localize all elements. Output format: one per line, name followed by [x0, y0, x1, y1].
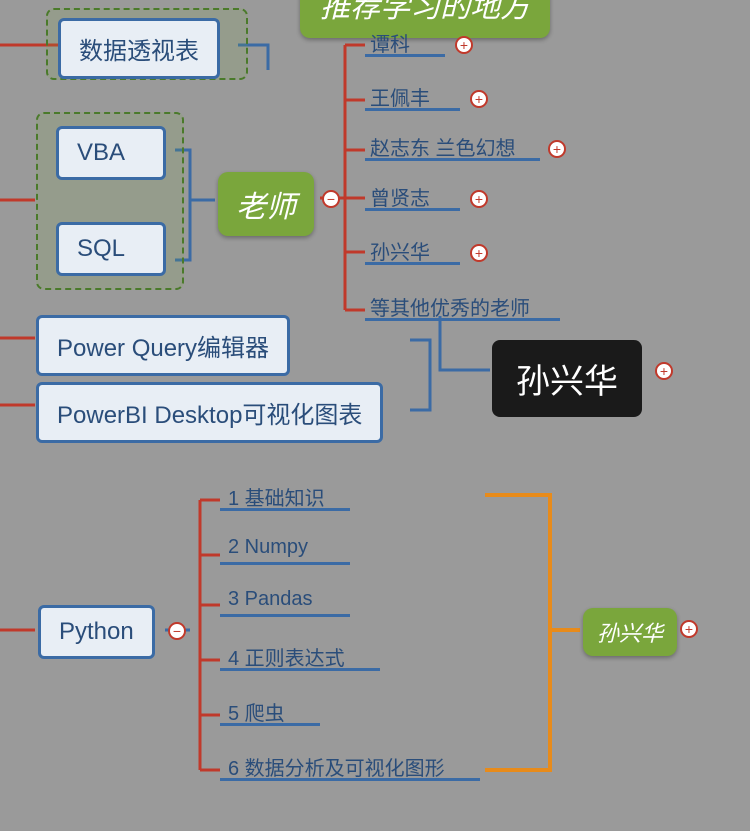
- underline: [365, 318, 560, 321]
- node-label: 6 数据分析及可视化图形: [228, 758, 445, 780]
- node-label: PowerBI Desktop可视化图表: [57, 402, 362, 429]
- teacher-item-3[interactable]: 赵志东 兰色幻想: [370, 132, 516, 161]
- underline: [220, 614, 350, 617]
- node-label: VBA: [77, 139, 125, 166]
- plus-icon: +: [685, 622, 693, 636]
- minus-icon: −: [173, 624, 181, 638]
- plus-icon: +: [660, 364, 668, 378]
- node-label: 2 Numpy: [228, 536, 308, 558]
- node-sunxinghua-highlight[interactable]: 孙兴华: [492, 340, 642, 417]
- node-label: 孙兴华: [516, 363, 618, 401]
- node-label: SQL: [77, 235, 125, 262]
- underline: [365, 54, 445, 57]
- underline: [365, 208, 460, 211]
- plus-icon: +: [475, 192, 483, 206]
- node-powerbi[interactable]: PowerBI Desktop可视化图表: [36, 382, 383, 443]
- node-label: 5 爬虫: [228, 703, 285, 725]
- underline: [220, 778, 480, 781]
- node-label: 推荐学习的地方: [320, 0, 530, 24]
- node-label: Python: [59, 618, 134, 645]
- expand-toggle[interactable]: +: [470, 190, 488, 208]
- node-label: 老师: [236, 191, 296, 224]
- python-item-5[interactable]: 5 爬虫: [228, 697, 285, 726]
- python-item-4[interactable]: 4 正则表达式: [228, 642, 345, 671]
- underline: [220, 562, 350, 565]
- collapse-toggle-teacher[interactable]: −: [322, 190, 340, 208]
- collapse-toggle-python[interactable]: −: [168, 622, 186, 640]
- underline: [220, 668, 380, 671]
- teacher-item-5[interactable]: 孙兴华: [370, 236, 430, 265]
- teacher-item-6[interactable]: 等其他优秀的老师: [370, 292, 530, 321]
- node-label: 曾贤志: [370, 188, 430, 210]
- teacher-item-4[interactable]: 曾贤志: [370, 182, 430, 211]
- node-label: 1 基础知识: [228, 488, 325, 510]
- python-item-1[interactable]: 1 基础知识: [228, 482, 325, 511]
- node-label: 4 正则表达式: [228, 648, 345, 670]
- node-label: 王佩丰: [370, 88, 430, 110]
- plus-icon: +: [460, 38, 468, 52]
- expand-toggle[interactable]: +: [655, 362, 673, 380]
- expand-toggle[interactable]: +: [470, 90, 488, 108]
- node-pivot-table[interactable]: 数据透视表: [58, 18, 220, 79]
- node-python[interactable]: Python: [38, 605, 155, 659]
- node-label: 孙兴华: [370, 242, 430, 264]
- expand-toggle[interactable]: +: [680, 620, 698, 638]
- node-sql[interactable]: SQL: [56, 222, 166, 276]
- minus-icon: −: [327, 192, 335, 206]
- teacher-item-1[interactable]: 谭科: [370, 28, 410, 57]
- plus-icon: +: [475, 246, 483, 260]
- underline: [220, 723, 320, 726]
- node-teacher[interactable]: 老师: [218, 172, 314, 236]
- underline: [365, 262, 460, 265]
- python-item-3[interactable]: 3 Pandas: [228, 588, 313, 611]
- expand-toggle[interactable]: +: [470, 244, 488, 262]
- underline: [365, 158, 540, 161]
- underline: [365, 108, 460, 111]
- teacher-item-2[interactable]: 王佩丰: [370, 82, 430, 111]
- python-item-6[interactable]: 6 数据分析及可视化图形: [228, 752, 445, 781]
- node-vba[interactable]: VBA: [56, 126, 166, 180]
- node-label: 孙兴华: [597, 621, 663, 646]
- node-recommend-place[interactable]: 推荐学习的地方: [300, 0, 550, 38]
- node-label: 3 Pandas: [228, 588, 313, 610]
- node-label: 谭科: [370, 34, 410, 56]
- node-label: 等其他优秀的老师: [370, 298, 530, 320]
- node-sunxinghua-green[interactable]: 孙兴华: [583, 608, 677, 656]
- plus-icon: +: [475, 92, 483, 106]
- expand-toggle[interactable]: +: [455, 36, 473, 54]
- node-label: 数据透视表: [79, 38, 199, 65]
- node-power-query[interactable]: Power Query编辑器: [36, 315, 290, 376]
- expand-toggle[interactable]: +: [548, 140, 566, 158]
- node-label: Power Query编辑器: [57, 335, 269, 362]
- plus-icon: +: [553, 142, 561, 156]
- node-label: 赵志东 兰色幻想: [370, 138, 516, 160]
- python-item-2[interactable]: 2 Numpy: [228, 536, 308, 559]
- underline: [220, 508, 350, 511]
